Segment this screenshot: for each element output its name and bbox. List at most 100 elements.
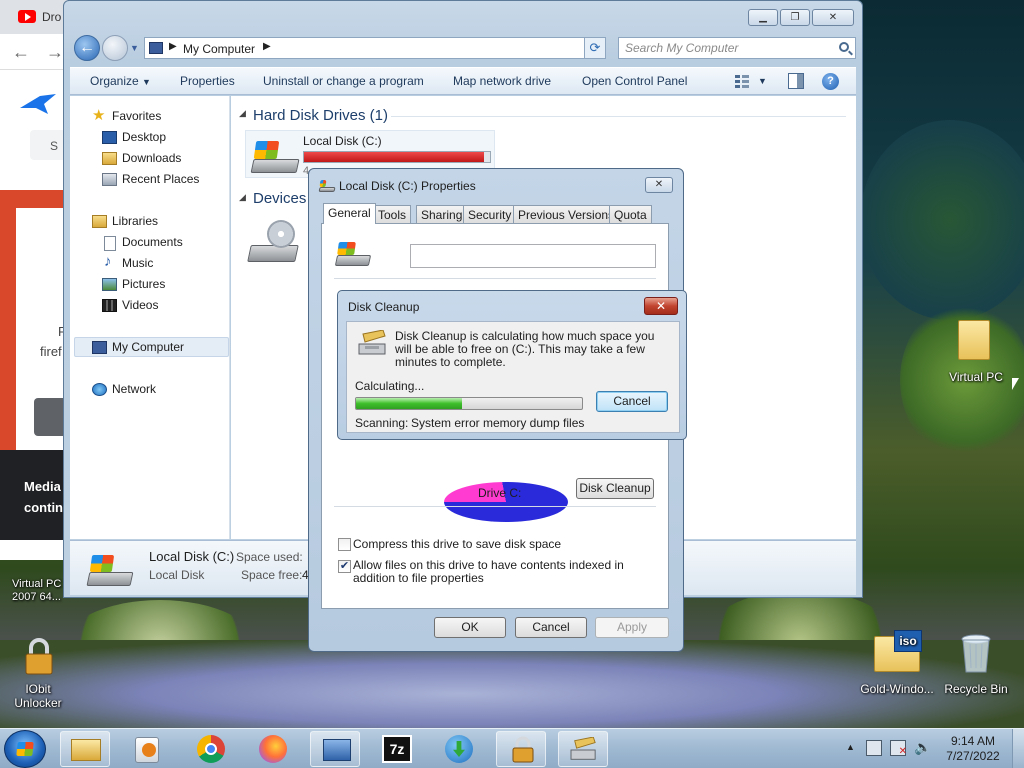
disk-cleanup-progress-bar	[355, 397, 583, 410]
tab-previous-versions[interactable]: Previous Versions	[513, 205, 620, 224]
gold-windows-label: Gold-Windo...	[860, 682, 934, 696]
properties-button[interactable]: Properties	[180, 74, 235, 88]
compress-checkbox[interactable]	[338, 538, 351, 551]
back-arrow-icon[interactable]: ←	[12, 42, 30, 63]
browser-panel-text-2: firef	[40, 344, 62, 359]
apply-button[interactable]: Apply	[595, 617, 669, 638]
dvd-drive-icon[interactable]	[247, 220, 299, 262]
address-field[interactable]: ▶ My Computer ▶ ▼	[144, 37, 604, 59]
index-checkbox[interactable]: ✔	[338, 560, 351, 573]
ok-button[interactable]: OK	[434, 617, 506, 638]
chrome-icon	[197, 735, 225, 763]
desktop-icon	[102, 131, 117, 144]
breadcrumb-my-computer[interactable]: My Computer	[183, 42, 255, 56]
nav-libraries[interactable]: Libraries	[112, 214, 158, 228]
taskbar-idm[interactable]	[434, 731, 484, 767]
action-center-icon[interactable]	[866, 740, 882, 756]
7zip-icon: 7z	[382, 735, 412, 763]
tab-sharing[interactable]: Sharing	[416, 205, 468, 224]
taskbar-chrome[interactable]	[186, 731, 236, 767]
tab-security[interactable]: Security	[463, 205, 517, 224]
nav-network[interactable]: Network	[112, 382, 156, 396]
minimize-button[interactable]: ▁	[748, 9, 778, 26]
taskbar-virtual-pc[interactable]	[310, 731, 360, 767]
close-button[interactable]: ✕	[812, 9, 854, 26]
network-icon	[92, 383, 107, 396]
nav-videos[interactable]: Videos	[122, 298, 158, 312]
nav-downloads[interactable]: Downloads	[122, 151, 181, 165]
show-hidden-icons-button[interactable]: ▲	[846, 742, 855, 752]
nav-documents[interactable]: Documents	[122, 235, 183, 249]
view-dropdown-icon[interactable]: ▼	[758, 76, 767, 86]
nav-my-computer[interactable]: My Computer	[112, 340, 184, 354]
view-options-icon[interactable]	[734, 73, 750, 89]
tab-general[interactable]: General	[323, 203, 376, 224]
desktop-icon-virtual-pc[interactable]: Virtual PC	[946, 318, 1006, 388]
help-icon[interactable]: ?	[822, 73, 839, 90]
iso-badge: iso	[894, 630, 922, 652]
desktop-icon-virtual-pc-2007[interactable]: Virtual PC 2007 64...	[4, 568, 68, 612]
collapse-arrow-icon[interactable]: ◢	[239, 192, 246, 203]
taskbar-firefox[interactable]	[248, 731, 298, 767]
pictures-icon	[102, 278, 117, 291]
folder-icon	[958, 320, 990, 360]
taskbar-explorer[interactable]	[60, 731, 110, 767]
chevron-right-icon[interactable]: ▶	[169, 41, 177, 52]
drive-label-input[interactable]	[410, 244, 656, 268]
search-input[interactable]	[625, 39, 825, 57]
disk-cleanup-close-button[interactable]: ✕	[644, 297, 678, 315]
taskbar-disk-cleanup[interactable]	[558, 731, 608, 767]
group-header-hard-disk-drives[interactable]: Hard Disk Drives (1)	[253, 107, 388, 124]
address-bar-row: ← ▼ ▶ My Computer ▶ ▼ ⟳	[72, 35, 856, 61]
map-network-drive-button[interactable]: Map network drive	[453, 74, 551, 88]
recent-pages-arrow-icon[interactable]: ▼	[130, 43, 139, 53]
group-header-devices[interactable]: Devices	[253, 190, 306, 207]
tab-tools[interactable]: Tools	[373, 205, 412, 224]
open-control-panel-button[interactable]: Open Control Panel	[582, 74, 687, 88]
browser-window: Dro ← → S F firef Media continu	[0, 0, 68, 560]
clock-time: 9:14 AM	[950, 734, 996, 748]
taskbar-media-player[interactable]	[122, 731, 172, 767]
nav-desktop[interactable]: Desktop	[122, 130, 166, 144]
disk-cleanup-icon	[569, 736, 599, 763]
search-box[interactable]	[618, 37, 856, 59]
local-disk-name: Local Disk (C:)	[303, 134, 382, 148]
refresh-button[interactable]: ⟳	[584, 37, 606, 59]
start-button[interactable]	[4, 730, 46, 768]
search-icon[interactable]	[839, 42, 849, 52]
properties-close-button[interactable]: ✕	[645, 177, 673, 193]
disk-cleanup-cancel-button[interactable]: Cancel	[596, 391, 668, 412]
uninstall-program-button[interactable]: Uninstall or change a program	[263, 74, 424, 88]
browser-tab-title[interactable]: Dro	[42, 10, 61, 24]
organize-menu[interactable]: Organize ▼	[90, 74, 151, 88]
compress-label: Compress this drive to save disk space	[353, 537, 562, 551]
clock[interactable]: 9:14 AM 7/27/2022	[942, 734, 1004, 764]
organize-label: Organize	[90, 74, 139, 88]
volume-icon[interactable]: 🔈	[914, 739, 931, 756]
chevron-right-icon[interactable]: ▶	[263, 41, 271, 52]
nav-pictures[interactable]: Pictures	[122, 277, 165, 291]
desktop-icon-recycle-bin[interactable]: Recycle Bin	[942, 630, 1010, 700]
back-button[interactable]: ←	[74, 35, 100, 61]
collapse-arrow-icon[interactable]: ◢	[239, 108, 246, 119]
nav-favorites[interactable]: Favorites	[112, 109, 161, 123]
desktop-icon-iobit-unlocker[interactable]: IObit Unlocker	[8, 636, 68, 712]
cancel-button[interactable]: Cancel	[515, 617, 587, 638]
forward-button[interactable]	[102, 35, 128, 61]
preview-pane-icon[interactable]	[788, 73, 804, 89]
tab-quota[interactable]: Quota	[609, 205, 652, 224]
network-status-icon[interactable]: ✕	[890, 740, 907, 757]
downloads-folder-icon	[102, 152, 117, 165]
forward-arrow-icon[interactable]: →	[46, 42, 64, 63]
taskbar-iobit-unlocker[interactable]	[496, 731, 546, 767]
index-label: Allow files on this drive to have conten…	[353, 558, 624, 585]
taskbar-7zip[interactable]: 7z	[372, 731, 422, 767]
disk-cleanup-button[interactable]: Disk Cleanup	[576, 478, 654, 499]
nav-recent-places[interactable]: Recent Places	[122, 172, 199, 186]
show-desktop-button[interactable]	[1012, 729, 1024, 768]
clock-date: 7/27/2022	[946, 749, 1000, 763]
nav-music[interactable]: Music	[122, 256, 153, 270]
maximize-button[interactable]: ❐	[780, 9, 810, 26]
documents-icon	[104, 236, 116, 251]
desktop-icon-gold-windows[interactable]: iso Gold-Windo...	[858, 630, 936, 700]
